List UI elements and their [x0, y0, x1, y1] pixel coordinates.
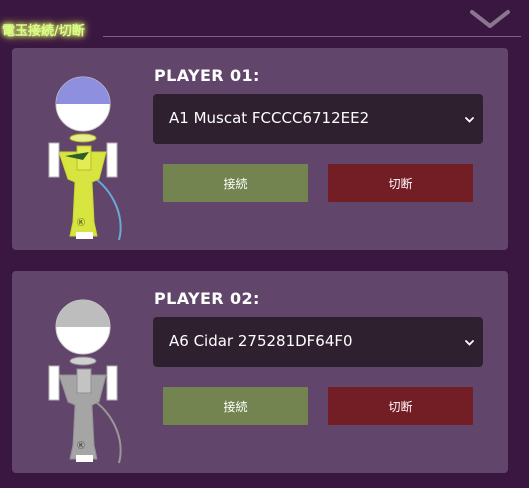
- player-card-1: Ⓚ PLAYER 01: A1 Muscat FCCCC6712EE2 接続 切…: [12, 48, 508, 250]
- kendama-icon: Ⓚ: [48, 76, 122, 241]
- kendama-ball-icon: [56, 77, 110, 104]
- chevron-down-icon: [465, 117, 474, 123]
- svg-text:Ⓚ: Ⓚ: [77, 218, 85, 227]
- kendama-connection-panel: 電玉接続/切断 Ⓚ PLAYER 01: A1 Muscat FCCCC6712…: [0, 0, 529, 488]
- selected-device: A1 Muscat FCCCC6712EE2: [169, 109, 370, 127]
- disconnect-button[interactable]: 切断: [328, 387, 473, 425]
- player-label: PLAYER 02:: [154, 289, 260, 308]
- disconnect-button[interactable]: 切断: [328, 164, 473, 202]
- player-label: PLAYER 01:: [154, 66, 260, 85]
- header-divider: [103, 36, 521, 37]
- kendama-device-image-2: Ⓚ: [48, 299, 122, 464]
- panel-title: 電玉接続/切断: [2, 24, 85, 39]
- svg-text:Ⓚ: Ⓚ: [77, 441, 85, 450]
- kendama-device-image-1: Ⓚ: [48, 76, 122, 241]
- kendama-ball-icon: [56, 300, 110, 327]
- connect-button[interactable]: 接続: [163, 387, 308, 425]
- panel-header: 電玉接続/切断: [0, 0, 529, 40]
- device-select[interactable]: A6 Cidar 275281DF64F0: [153, 317, 483, 367]
- connect-button[interactable]: 接続: [163, 164, 308, 202]
- collapse-toggle-button[interactable]: [468, 6, 512, 30]
- selected-device: A6 Cidar 275281DF64F0: [169, 332, 353, 350]
- kendama-icon: Ⓚ: [48, 299, 122, 464]
- player-card-2: Ⓚ PLAYER 02: A6 Cidar 275281DF64F0 接続 切断: [12, 271, 508, 473]
- chevron-down-icon: [465, 340, 474, 346]
- device-select[interactable]: A1 Muscat FCCCC6712EE2: [153, 94, 483, 144]
- chevron-down-icon: [470, 10, 510, 28]
